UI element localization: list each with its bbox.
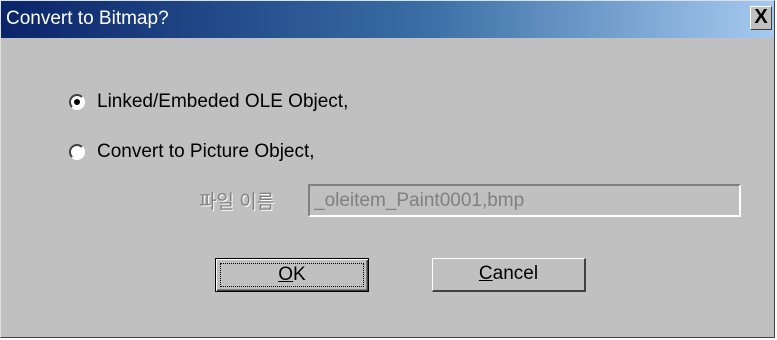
close-icon: X [754, 6, 768, 28]
radio-convert-to-picture[interactable]: Convert to Picture Object, [69, 140, 315, 164]
cancel-button[interactable]: Cancel [432, 258, 586, 292]
convert-to-bitmap-dialog: Convert to Bitmap? X Linked/Embeded OLE … [0, 0, 775, 338]
filename-field[interactable] [308, 184, 741, 217]
title-bar[interactable]: Convert to Bitmap? X [1, 1, 774, 38]
option-label-convert-picture: Convert to Picture Object, [97, 141, 315, 162]
ok-button[interactable]: OK [215, 258, 369, 292]
ok-mnemonic: O [278, 264, 294, 285]
window-title: Convert to Bitmap? [6, 8, 169, 29]
cancel-label-rest: ancel [492, 263, 539, 284]
option-label-linked-ole: Linked/Embeded OLE Object, [97, 91, 349, 112]
radio-dot-icon [74, 99, 80, 105]
radio-button-unselected[interactable] [69, 144, 85, 160]
filename-label: 파일 이름 [199, 192, 275, 213]
focus-rectangle: OK [220, 263, 364, 287]
radio-linked-embedded-ole[interactable]: Linked/Embeded OLE Object, [69, 90, 348, 114]
close-button[interactable]: X [750, 6, 772, 30]
cancel-mnemonic: C [478, 263, 493, 284]
ok-label-rest: K [293, 264, 306, 285]
radio-button-selected[interactable] [69, 94, 85, 110]
